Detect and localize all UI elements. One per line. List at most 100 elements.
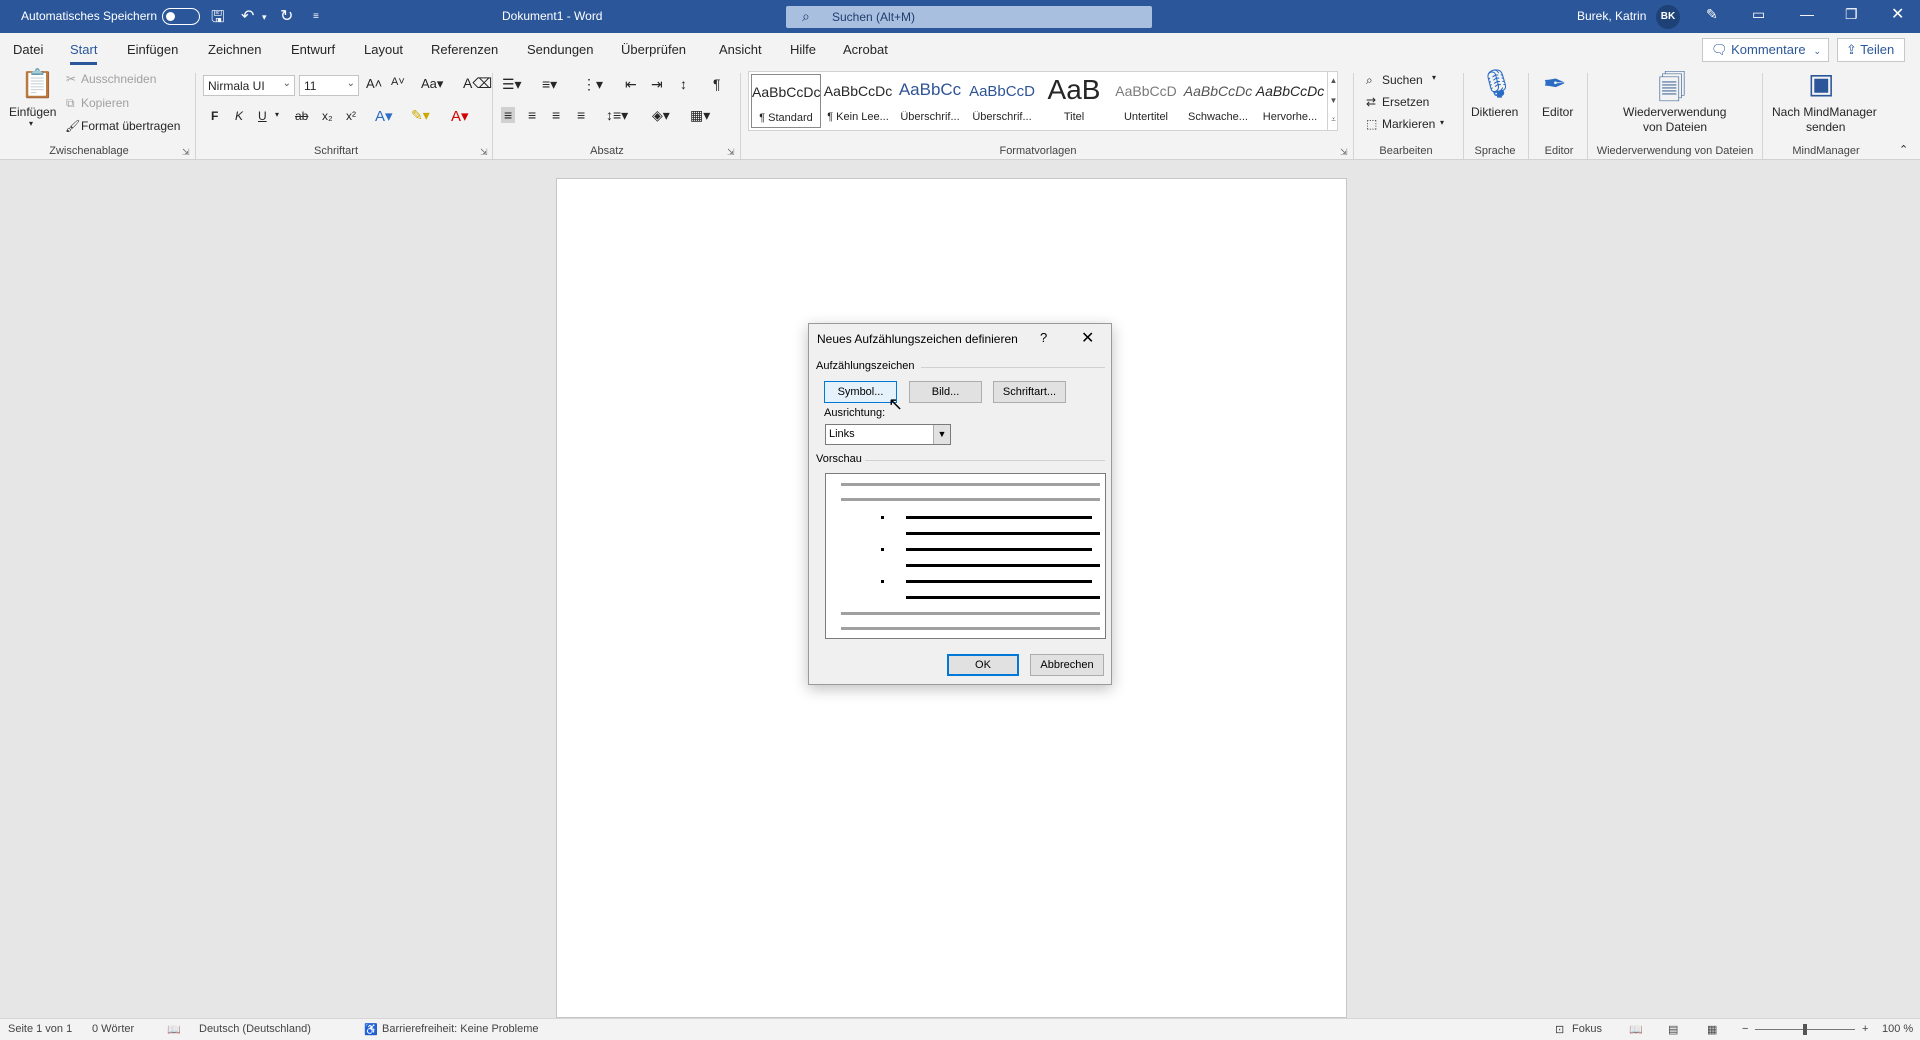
- proofing-icon[interactable]: 📖: [167, 1023, 181, 1036]
- styles-launcher-icon[interactable]: ⇲: [1340, 147, 1348, 158]
- chevron-down-icon[interactable]: ▾: [1440, 118, 1444, 127]
- accessibility-status[interactable]: Barrierefreiheit: Keine Probleme: [382, 1023, 539, 1035]
- font-color-icon[interactable]: A▾: [451, 107, 469, 125]
- paragraph-launcher-icon[interactable]: ⇲: [727, 147, 735, 158]
- redo-icon[interactable]: ↻: [280, 6, 293, 26]
- highlight-icon[interactable]: ✎▾: [411, 107, 430, 124]
- cut-button[interactable]: Ausschneiden: [81, 72, 156, 86]
- subscript-icon[interactable]: x₂: [322, 109, 333, 123]
- focus-mode[interactable]: Fokus: [1572, 1023, 1602, 1035]
- pen-icon[interactable]: ✎: [1706, 6, 1718, 23]
- tab-einfuegen[interactable]: Einfügen: [127, 42, 178, 57]
- align-left-icon[interactable]: ≡: [501, 107, 516, 123]
- shading-icon[interactable]: ◈▾: [652, 107, 670, 124]
- underline-dropdown-icon[interactable]: ▾: [275, 110, 279, 119]
- style-emphasis[interactable]: AaBbCcDc Hervorhe...: [1255, 74, 1325, 128]
- zoom-out-icon[interactable]: −: [1742, 1023, 1748, 1035]
- autosave-toggle[interactable]: [162, 8, 200, 25]
- undo-icon[interactable]: ↶: [241, 6, 254, 26]
- alignment-select[interactable]: Links ▼: [825, 424, 951, 445]
- page-count[interactable]: Seite 1 von 1: [8, 1023, 72, 1035]
- close-window-icon[interactable]: ✕: [1891, 4, 1904, 24]
- font-launcher-icon[interactable]: ⇲: [480, 147, 488, 158]
- minimize-icon[interactable]: —: [1800, 6, 1814, 22]
- tab-zeichnen[interactable]: Zeichnen: [208, 42, 261, 57]
- share-button[interactable]: ⇪ Teilen: [1837, 38, 1905, 62]
- sort-icon[interactable]: ↕: [680, 76, 687, 92]
- scroll-down-icon[interactable]: ▼: [1328, 91, 1339, 111]
- style-title[interactable]: AaB Titel: [1039, 74, 1109, 128]
- bold-icon[interactable]: F: [211, 109, 218, 123]
- italic-icon[interactable]: K: [235, 109, 243, 123]
- tab-ansicht[interactable]: Ansicht: [719, 42, 762, 57]
- avatar[interactable]: BK: [1656, 5, 1680, 29]
- multilevel-list-icon[interactable]: ⋮▾: [582, 76, 603, 93]
- justify-icon[interactable]: ≡: [577, 107, 585, 123]
- strikethrough-icon[interactable]: ab: [295, 109, 308, 123]
- picture-button[interactable]: Bild...: [909, 381, 982, 403]
- text-effects-icon[interactable]: A▾: [375, 107, 393, 125]
- tab-datei[interactable]: Datei: [13, 42, 43, 57]
- tab-hilfe[interactable]: Hilfe: [790, 42, 816, 57]
- more-styles-icon[interactable]: ⩡: [1328, 111, 1339, 129]
- dictate-button[interactable]: Diktieren: [1471, 105, 1518, 119]
- reuse-files-label-2[interactable]: von Dateien: [1643, 120, 1707, 134]
- mindmanager-label-2[interactable]: senden: [1806, 120, 1845, 134]
- style-subtle-emphasis[interactable]: AaBbCcDc Schwache...: [1183, 74, 1253, 128]
- copy-button[interactable]: Kopieren: [81, 96, 129, 110]
- show-formatting-marks-icon[interactable]: ¶: [713, 76, 721, 92]
- print-layout-icon[interactable]: ▤: [1668, 1023, 1678, 1036]
- zoom-slider-thumb[interactable]: [1803, 1024, 1807, 1035]
- style-standard[interactable]: AaBbCcDc ¶ Standard: [751, 74, 821, 128]
- increase-indent-icon[interactable]: ⇥: [651, 76, 663, 93]
- style-subtitle[interactable]: AaBbCcD Untertitel: [1111, 74, 1181, 128]
- ok-button[interactable]: OK: [947, 654, 1019, 676]
- font-size-combo[interactable]: 11 ⌄: [299, 75, 359, 96]
- tab-start[interactable]: Start: [70, 42, 98, 65]
- shrink-font-icon[interactable]: A˅: [391, 76, 405, 88]
- microphone-icon[interactable]: 🎙: [1479, 67, 1515, 100]
- editor-pen-icon[interactable]: ✒: [1543, 67, 1566, 100]
- tab-referenzen[interactable]: Referenzen: [431, 42, 498, 57]
- replace-button[interactable]: Ersetzen: [1382, 95, 1429, 109]
- style-heading-1[interactable]: AaBbCc Überschrif...: [895, 74, 965, 128]
- user-name[interactable]: Burek, Katrin: [1577, 9, 1646, 23]
- grow-font-icon[interactable]: A˄: [366, 76, 382, 91]
- collapse-ribbon-icon[interactable]: ⌃: [1899, 143, 1908, 156]
- close-icon[interactable]: ✕: [1081, 328, 1094, 348]
- styles-gallery-scroll[interactable]: ▲ ▼ ⩡: [1327, 71, 1339, 131]
- style-heading-2[interactable]: AaBbCcD Überschrif...: [967, 74, 1037, 128]
- tab-ueberpruefen[interactable]: Überprüfen: [621, 42, 686, 57]
- reuse-files-label[interactable]: Wiederverwendung: [1623, 105, 1726, 119]
- bullets-icon[interactable]: ☰▾: [502, 76, 522, 93]
- change-case-icon[interactable]: Aa▾: [421, 76, 443, 92]
- ribbon-display-options-icon[interactable]: ▭: [1752, 6, 1765, 23]
- save-icon[interactable]: 🖫: [211, 6, 225, 33]
- word-count[interactable]: 0 Wörter: [92, 1023, 134, 1035]
- cancel-button[interactable]: Abbrechen: [1030, 654, 1104, 676]
- numbering-icon[interactable]: ≡▾: [542, 76, 557, 93]
- chevron-down-icon[interactable]: ▾: [1432, 73, 1436, 82]
- chevron-down-icon[interactable]: ▼: [933, 425, 950, 444]
- symbol-button[interactable]: Symbol...: [824, 381, 897, 403]
- scroll-up-icon[interactable]: ▲: [1328, 71, 1339, 91]
- font-button[interactable]: Schriftart...: [993, 381, 1066, 403]
- font-name-combo[interactable]: Nirmala UI ⌄: [203, 75, 295, 96]
- zoom-level[interactable]: 100 %: [1882, 1023, 1913, 1035]
- line-spacing-icon[interactable]: ↕≡▾: [606, 107, 628, 124]
- tab-entwurf[interactable]: Entwurf: [291, 42, 335, 57]
- paste-button[interactable]: Einfügen: [9, 105, 56, 119]
- tab-layout[interactable]: Layout: [364, 42, 403, 57]
- select-button[interactable]: Markieren: [1382, 117, 1435, 131]
- align-center-icon[interactable]: ≡: [528, 107, 536, 123]
- zoom-in-icon[interactable]: +: [1862, 1023, 1868, 1035]
- language[interactable]: Deutsch (Deutschland): [199, 1023, 311, 1035]
- underline-icon[interactable]: U: [258, 109, 267, 123]
- restore-icon[interactable]: ❐: [1845, 6, 1858, 23]
- borders-icon[interactable]: ▦▾: [690, 107, 710, 124]
- tab-sendungen[interactable]: Sendungen: [527, 42, 594, 57]
- editor-button[interactable]: Editor: [1542, 105, 1573, 119]
- mindmanager-icon[interactable]: ▣: [1808, 67, 1834, 100]
- paste-dropdown-icon[interactable]: ▾: [29, 119, 33, 128]
- search-box[interactable]: ⌕ Suchen (Alt+M): [786, 6, 1152, 28]
